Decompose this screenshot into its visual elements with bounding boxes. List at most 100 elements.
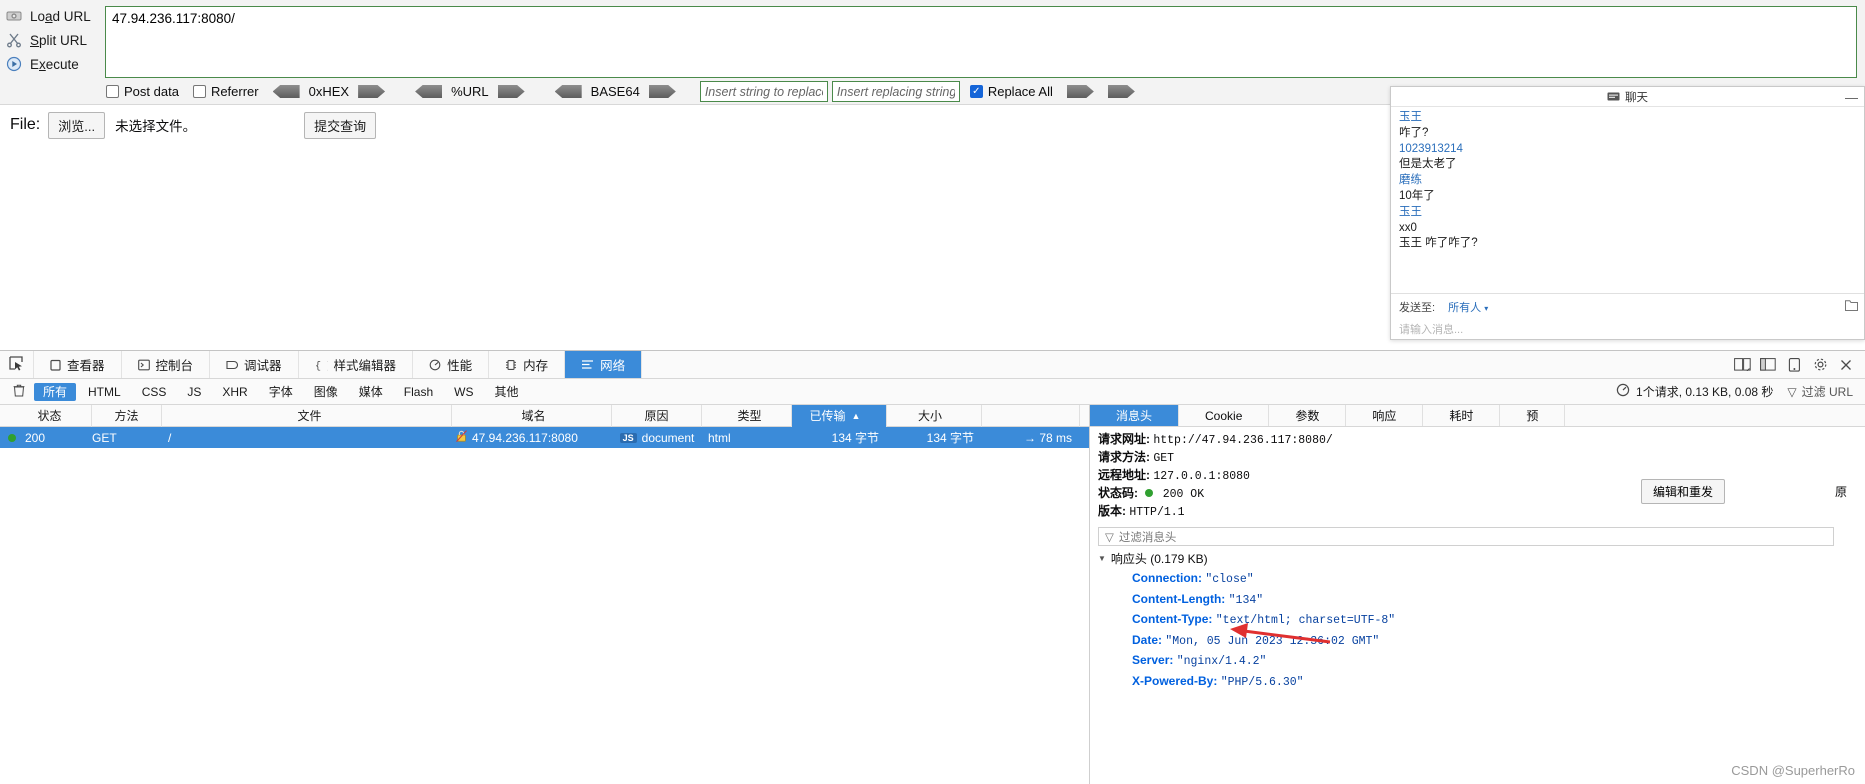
filter-ws[interactable]: WS [445,383,482,401]
chat-sender-name[interactable]: 磨练 [1399,173,1856,189]
hex-decode-arrow-icon[interactable] [272,85,300,98]
funnel-icon: ▽ [1105,531,1114,544]
filter-flash[interactable]: Flash [395,383,442,401]
referrer-checkbox-box[interactable] [192,85,206,98]
chat-minimize-button[interactable]: — [1845,90,1858,105]
column-header-timeline[interactable] [982,404,1080,427]
response-headers-section[interactable]: ▼ 响应头 (0.179 KB) [1098,550,1865,567]
network-filter-bar: 所有 HTML CSS JS XHR 字体 图像 媒体 Flash WS 其他 … [0,379,1865,405]
replace-apply-arrow-icon[interactable] [1066,85,1094,98]
filter-all[interactable]: 所有 [34,382,77,401]
filter-images[interactable]: 图像 [305,383,347,401]
browse-button[interactable]: 浏览... [48,111,106,139]
load-url-button[interactable]: Load URL [0,4,100,28]
tab-style-editor-label: 样式编辑器 [333,359,397,373]
element-picker-button[interactable] [0,351,34,378]
post-data-checkbox[interactable]: Post data [106,84,179,99]
base64-decode-arrow-icon[interactable] [554,85,582,98]
chat-message-input[interactable]: 请输入消息... [1399,321,1856,337]
headers-filter-input[interactable]: ▽ 过滤消息头 [1098,527,1835,546]
tab-inspector[interactable]: 查看器 [34,351,122,378]
close-icon[interactable] [1833,352,1859,378]
submit-query-button[interactable]: 提交查询 [304,111,377,139]
header-row: Server: "nginx/1.4.2" [1098,651,1865,672]
column-header-file[interactable]: 文件 [162,404,452,427]
settings-gear-icon[interactable] [1807,352,1833,378]
replace-apply-arrow-2-icon[interactable] [1107,85,1135,98]
filter-css[interactable]: CSS [133,383,176,401]
memory-icon [505,359,517,371]
filter-js[interactable]: JS [178,383,210,401]
chat-footer: 发送至: 所有人 ▾ 请输入消息... [1391,293,1864,339]
replace-find-input[interactable] [699,81,828,102]
chat-send-to-value[interactable]: 所有人 [1448,302,1481,314]
detail-tab-cookies[interactable]: Cookie [1179,405,1270,426]
url-encode-arrow-icon[interactable] [497,85,525,98]
url-filter-box[interactable]: ▽ 过滤 URL [1787,383,1853,400]
edit-and-resend-button[interactable]: 编辑和重发 [1640,479,1725,504]
funnel-icon: ▽ [1787,384,1797,399]
tab-performance-label: 性能 [447,359,473,373]
filter-html[interactable]: HTML [79,383,130,401]
hex-encode-arrow-icon[interactable] [358,85,386,98]
chat-attachment-icon[interactable] [1845,300,1858,314]
devtools-toolbar-right [1729,351,1865,378]
detail-tab-timings[interactable]: 耗时 [1423,405,1501,426]
column-header-transferred[interactable]: 已传输 ▲ [792,404,887,427]
devtools-tabbar: 查看器 控制台 调试器 { } 样式编辑器 [0,351,1865,379]
base64-encode-arrow-icon[interactable] [648,85,676,98]
column-header-type[interactable]: 类型 [702,404,792,427]
detail-body: 请求网址: http://47.94.236.117:8080/ 请求方法: G… [1090,427,1865,784]
filter-fonts[interactable]: 字体 [260,383,302,401]
row-status: 200 [25,430,46,445]
table-row[interactable]: 200 GET / 47.94.236.117:8080 JS document… [0,427,1089,448]
tab-console[interactable]: 控制台 [122,351,211,378]
replace-apply-group [1066,85,1135,98]
url-textarea[interactable]: 47.94.236.117:8080/ [105,6,1857,78]
tab-style-editor[interactable]: { } 样式编辑器 [299,351,414,378]
split-url-button[interactable]: Split URL [0,28,100,52]
url-decode-arrow-icon[interactable] [415,85,443,98]
filter-other[interactable]: 其他 [485,383,527,401]
chat-sender-name[interactable]: 玉王 [1399,110,1856,126]
responsive-layout-icon[interactable] [1729,352,1755,378]
column-header-size[interactable]: 大小 [887,404,982,427]
detail-tab-response[interactable]: 响应 [1346,405,1424,426]
detail-tab-params[interactable]: 参数 [1269,405,1347,426]
column-header-cause[interactable]: 原因 [612,404,702,427]
column-header-status[interactable]: 状态 [0,404,92,427]
chat-sender-name[interactable]: 玉王 [1399,205,1856,221]
replace-all-checkbox-box[interactable] [969,85,983,98]
chat-sender-name[interactable]: 1023913214 [1399,142,1856,158]
post-data-checkbox-box[interactable] [106,85,119,98]
tab-debugger[interactable]: 调试器 [210,351,299,378]
chat-message-text: xx0 [1399,221,1417,234]
column-header-domain[interactable]: 域名 [452,404,612,427]
execute-button[interactable]: Execute [0,52,100,76]
response-headers-title: 响应头 (0.179 KB) [1110,552,1208,566]
cause-badge-js-icon: JS [619,432,637,443]
tab-network[interactable]: 网络 [565,351,643,378]
filter-media[interactable]: 媒体 [350,383,392,401]
headers-filter-placeholder: 过滤消息头 [1118,531,1177,544]
dock-side-icon[interactable] [1755,352,1781,378]
replace-with-input[interactable] [831,81,960,102]
referrer-checkbox[interactable]: Referrer [192,84,259,99]
clear-requests-button[interactable] [4,384,34,400]
raw-headers-label[interactable]: 原 [1835,483,1847,500]
network-main-area: 状态 方法 文件 域名 原因 类型 已传输 ▲ 大小 200 GET / 47.… [0,404,1865,784]
tab-performance[interactable]: 性能 [413,351,490,378]
hex-encoder-label: 0xHEX [308,84,350,99]
tab-memory[interactable]: 内存 [489,351,566,378]
execute-label: Execute [30,56,79,72]
replace-all-checkbox[interactable]: Replace All [969,84,1053,99]
screenshot-icon[interactable] [1781,352,1807,378]
detail-tab-headers[interactable]: 消息头 [1090,405,1180,426]
header-row: Connection: "close" [1098,569,1865,590]
filter-xhr[interactable]: XHR [213,383,256,401]
row-method: GET [92,430,117,445]
column-header-method[interactable]: 方法 [92,404,162,427]
detail-tab-preview[interactable]: 预 [1500,405,1566,426]
chevron-down-icon[interactable]: ▾ [1484,304,1488,313]
detail-request-url-label: 请求网址: [1098,432,1150,446]
